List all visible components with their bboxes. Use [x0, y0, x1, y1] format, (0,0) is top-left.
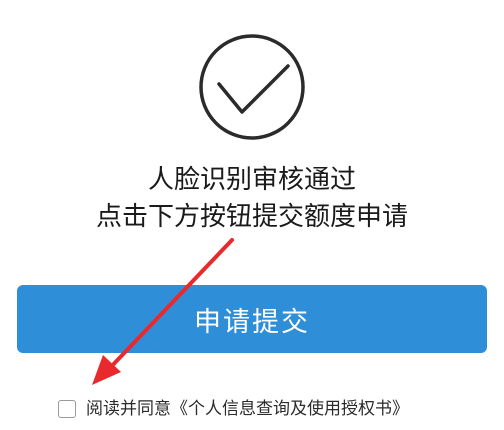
agreement-prefix: 阅读并同意 — [86, 399, 171, 419]
authorization-link[interactable]: 《个人信息查询及使用授权书》 — [171, 396, 409, 422]
agreement-checkbox[interactable] — [58, 400, 76, 418]
page: 人脸识别审核通过 点击下方按钮提交额度申请 申请提交 阅读并同意 《个人信息查询… — [0, 0, 504, 430]
status-subtitle: 点击下方按钮提交额度申请 — [95, 202, 408, 232]
check-circle-icon — [197, 32, 307, 142]
submit-application-button[interactable]: 申请提交 — [17, 285, 487, 353]
status-title: 人脸识别审核通过 — [147, 165, 356, 195]
agreement-row: 阅读并同意 《个人信息查询及使用授权书》 — [58, 396, 409, 422]
